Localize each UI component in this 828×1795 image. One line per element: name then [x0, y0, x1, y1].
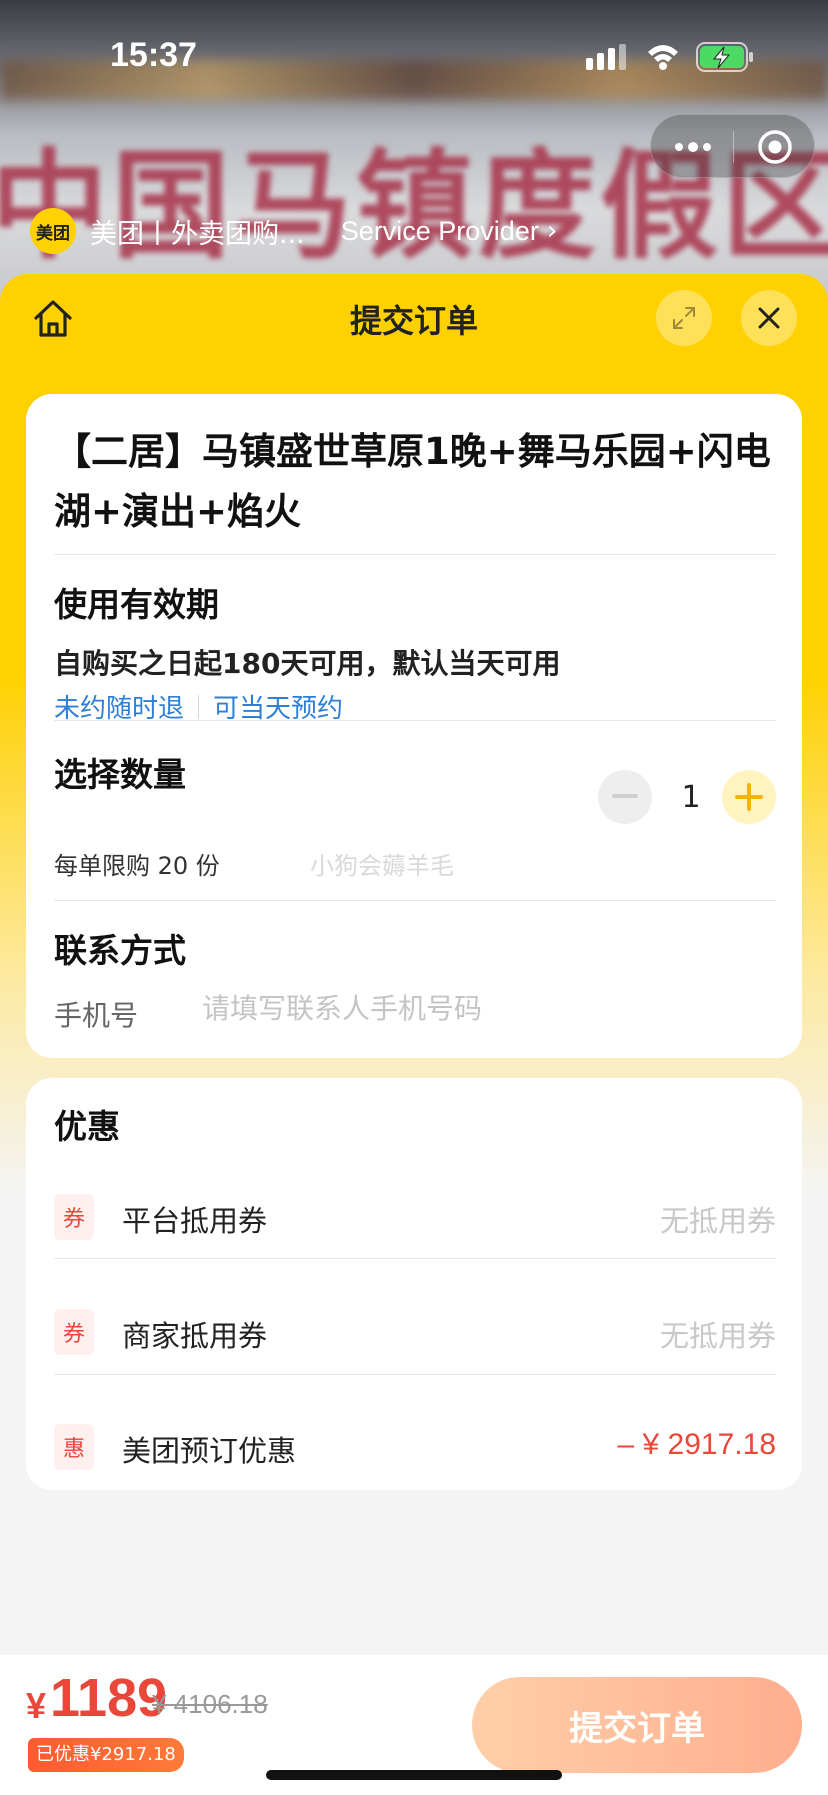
- coupon-badge: 券: [54, 1194, 94, 1240]
- discount-card: 优惠 券 平台抵用券 无抵用券 券 商家抵用券 无抵用券 惠 美团预订优惠 – …: [26, 1078, 802, 1490]
- original-price: ¥ 4106.18: [152, 1689, 268, 1719]
- quantity-increase-button[interactable]: [722, 770, 776, 824]
- saved-amount-badge: 已优惠¥2917.18: [28, 1738, 184, 1772]
- contact-label: 联系方式: [54, 931, 186, 970]
- phone-input[interactable]: [202, 986, 762, 1030]
- order-detail-card: 【二居】马镇盛世草原1晚+舞马乐园+闪电湖+演出+焰火 使用有效期 自购买之日起…: [26, 394, 802, 1058]
- coupon-badge: 券: [54, 1309, 94, 1355]
- chevron-right-icon: ›: [546, 216, 558, 246]
- purchase-limit-text: 每单限购 20 份: [54, 852, 220, 880]
- battery-charging-icon: [696, 42, 753, 72]
- divider: [54, 1258, 776, 1259]
- coupon-value: 无抵用券: [659, 1319, 776, 1353]
- currency-symbol: ¥: [26, 1685, 47, 1726]
- discount-badge: 惠: [54, 1424, 94, 1470]
- expand-button[interactable]: [656, 290, 712, 346]
- coupon-name: 商家抵用券: [122, 1319, 268, 1353]
- cellular-signal-icon: [586, 44, 626, 70]
- exit-miniprogram-icon[interactable]: [757, 129, 793, 165]
- provider-name: 美团丨外卖团购...: [90, 218, 305, 250]
- status-time: 15:37: [110, 36, 197, 74]
- phone-label: 手机号: [54, 999, 139, 1032]
- sheet-header: 提交订单: [0, 274, 828, 364]
- capsule-divider: [733, 131, 734, 163]
- discount-label: 优惠: [54, 1107, 120, 1146]
- validity-label: 使用有效期: [54, 585, 219, 624]
- quantity-decrease-button[interactable]: [598, 770, 652, 824]
- final-price: 1189: [50, 1668, 168, 1728]
- submit-order-button[interactable]: 提交订单: [472, 1677, 802, 1773]
- coupon-name: 平台抵用券: [122, 1204, 268, 1238]
- validity-text: 自购买之日起180天可用，默认当天可用: [54, 647, 561, 680]
- discount-name: 美团预订优惠: [122, 1434, 297, 1468]
- divider: [54, 554, 776, 555]
- plus-icon: [735, 783, 763, 811]
- meituan-logo: 美团: [30, 208, 76, 254]
- booking-discount-row: 惠 美团预订优惠 – ¥ 2917.18: [26, 1390, 802, 1506]
- service-provider-link[interactable]: Service Provider: [341, 216, 539, 247]
- coupon-value: 无抵用券: [659, 1204, 776, 1238]
- discount-amount: – ¥ 2917.18: [617, 1428, 776, 1461]
- divider: [54, 1374, 776, 1375]
- wifi-icon: [648, 45, 678, 70]
- minus-icon: [612, 794, 638, 798]
- close-icon: [758, 307, 780, 329]
- expand-icon: [673, 307, 695, 329]
- divider: [54, 720, 776, 721]
- quantity-value: 1: [681, 780, 701, 815]
- status-bar: 15:37: [0, 0, 828, 110]
- divider: [54, 900, 776, 901]
- tag-separator: [198, 694, 200, 719]
- product-title: 【二居】马镇盛世草原1晚+舞马乐园+闪电湖+演出+焰火: [54, 430, 771, 533]
- watermark-text: 小狗会薅羊毛: [310, 852, 454, 880]
- more-icon[interactable]: [673, 139, 713, 155]
- service-provider-row[interactable]: 美团 美团丨外卖团购... Service Provider ›: [30, 206, 557, 256]
- miniprogram-capsule: [650, 114, 815, 178]
- close-button[interactable]: [741, 290, 797, 346]
- home-indicator: [266, 1770, 562, 1780]
- quantity-label: 选择数量: [54, 755, 186, 794]
